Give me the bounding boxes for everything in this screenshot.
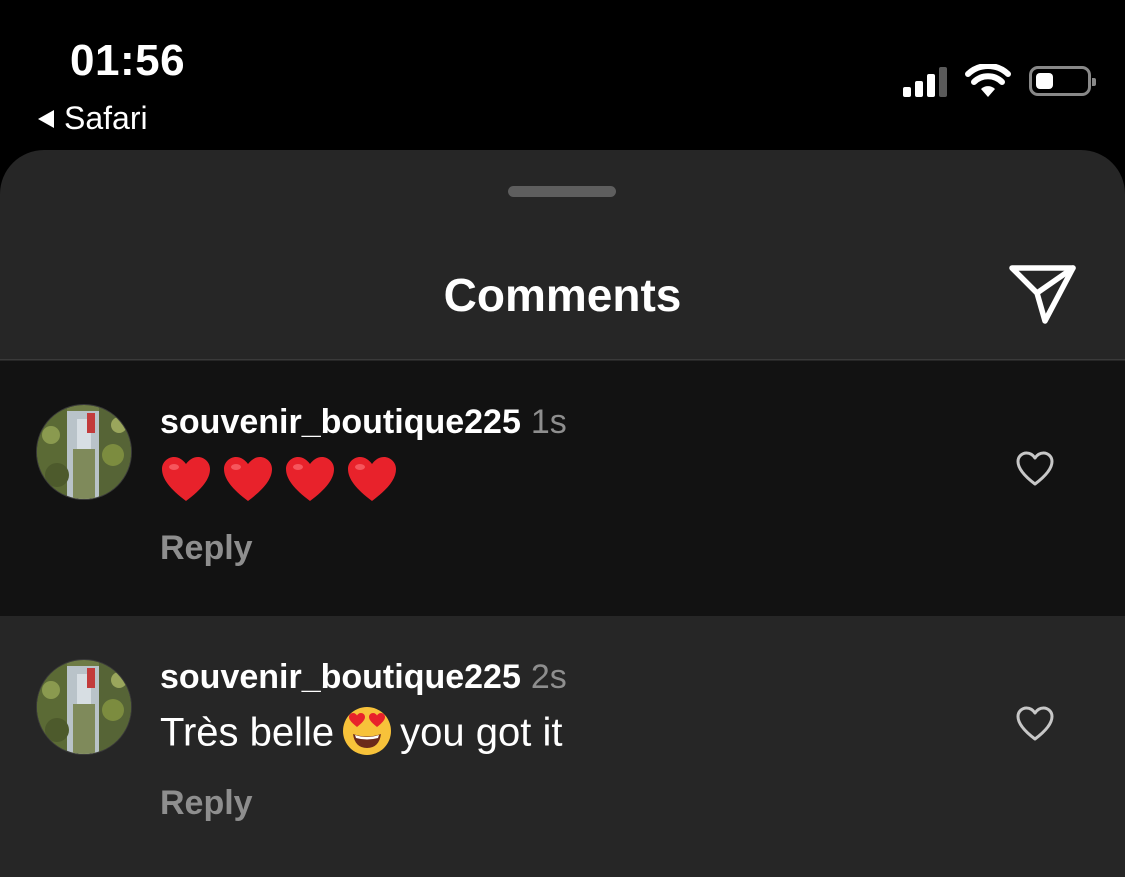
comment-timestamp: 2s <box>530 658 567 696</box>
comment-item: souvenir_boutique225 1s Reply <box>0 361 1125 616</box>
heart-eyes-emoji-icon <box>343 707 392 755</box>
heart-outline-icon[interactable] <box>1015 449 1055 489</box>
comment-text <box>160 455 398 503</box>
battery-level <box>1036 73 1053 89</box>
back-arrow-icon <box>38 109 54 128</box>
comment-item: souvenir_boutique225 2s Très belle you go… <box>0 616 1125 871</box>
status-icons <box>903 64 1096 98</box>
comment-text-before: Très belle <box>160 710 335 755</box>
avatar[interactable] <box>37 405 131 499</box>
comment-text: Très belle you got it <box>160 707 563 760</box>
heart-outline-icon[interactable] <box>1015 704 1055 744</box>
wifi-icon <box>965 64 1011 97</box>
reply-button[interactable]: Reply <box>160 529 253 568</box>
back-app-label: Safari <box>64 100 148 136</box>
sheet-title: Comments <box>443 269 682 321</box>
reply-button[interactable]: Reply <box>160 784 253 823</box>
red-heart-icon <box>162 457 210 501</box>
send-icon[interactable] <box>1007 262 1077 326</box>
sheet-header: Comments <box>0 150 1125 360</box>
red-heart-icon <box>286 457 334 501</box>
username-text: souvenir_boutique225 <box>160 403 521 441</box>
red-heart-icon <box>224 457 272 501</box>
battery-icon <box>1029 66 1096 96</box>
comment-text-after: you got it <box>400 710 563 755</box>
cellular-signal-icon <box>903 65 947 97</box>
comment-username[interactable]: souvenir_boutique225 1s <box>160 403 567 442</box>
screen: 01:56 Safari Comments souvenir_boutique2… <box>0 0 1125 877</box>
back-to-app-button[interactable]: Safari <box>38 100 148 137</box>
comment-timestamp: 1s <box>530 403 567 441</box>
status-time: 01:56 <box>70 36 186 85</box>
red-heart-icon <box>348 457 396 501</box>
comment-username[interactable]: souvenir_boutique225 2s <box>160 658 567 697</box>
avatar[interactable] <box>37 660 131 754</box>
comments-sheet: Comments souvenir_boutique225 1s Reply s… <box>0 150 1125 877</box>
username-text: souvenir_boutique225 <box>160 658 521 696</box>
